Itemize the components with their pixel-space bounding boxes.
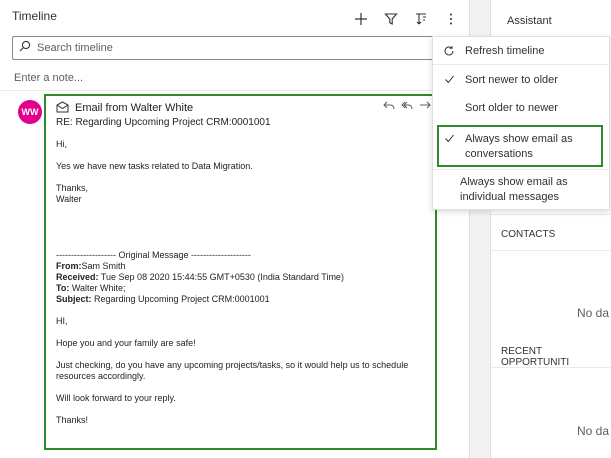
checkmark-icon — [433, 73, 465, 85]
timeline-panel: Timeline Enter a note... WW Email from W… — [0, 0, 470, 458]
assistant-title: Assistant — [507, 15, 552, 27]
email-subject: RE: Regarding Upcoming Project CRM:00010… — [56, 117, 271, 128]
no-data-text: No da — [577, 306, 610, 320]
menu-item-sort-newer[interactable]: Sort newer to older — [433, 73, 611, 88]
filter-icon[interactable] — [380, 8, 402, 30]
email-icon — [56, 101, 69, 115]
email-actions — [383, 100, 431, 114]
original-message-separator: -------------------- Original Message --… — [56, 250, 251, 260]
email-body: Hi, Yes we have new tasks related to Dat… — [56, 139, 425, 426]
menu-item-refresh[interactable]: Refresh timeline — [433, 44, 611, 59]
refresh-icon — [433, 44, 465, 57]
email-header: Email from Walter White — [56, 100, 425, 116]
search-input[interactable] — [37, 42, 417, 54]
email-text: Will look forward to your reply. — [56, 393, 176, 403]
email-text: HI, — [56, 316, 68, 326]
menu-item-show-individual[interactable]: Always show email as individual messages — [433, 175, 611, 205]
email-text: Thanks! — [56, 415, 89, 425]
reply-icon[interactable] — [383, 100, 395, 114]
forward-icon[interactable] — [419, 100, 431, 114]
email-card[interactable]: Email from Walter White RE: Regarding Up… — [44, 94, 437, 450]
contacts-heading: CONTACTS — [501, 229, 556, 240]
search-box — [12, 36, 452, 60]
email-text: Hi, — [56, 139, 67, 149]
email-text: Just checking, do you have any upcoming … — [56, 360, 409, 381]
email-text: Hope you and your family are safe! — [56, 338, 196, 348]
divider — [433, 169, 611, 170]
email-title: Email from Walter White — [75, 102, 194, 114]
more-options-menu: Refresh timeline Sort newer to older Sor… — [432, 36, 611, 210]
divider — [491, 367, 611, 368]
email-meta-to: To: Walter White; — [56, 283, 126, 293]
sort-icon[interactable] — [410, 8, 432, 30]
note-input[interactable]: Enter a note... — [14, 72, 83, 84]
more-icon[interactable] — [440, 8, 462, 30]
avatar: WW — [18, 100, 42, 124]
selection-highlight — [437, 125, 603, 167]
divider — [0, 90, 470, 91]
email-meta-from: From:Sam Smith — [56, 261, 126, 271]
divider — [491, 214, 611, 215]
search-icon — [19, 39, 31, 57]
no-data-text: No da — [577, 424, 610, 438]
email-text: Thanks, — [56, 183, 89, 193]
email-text: Yes we have new tasks related to Data Mi… — [56, 161, 253, 171]
divider — [433, 64, 611, 65]
recent-opportunities-heading: RECENT OPPORTUNITI — [501, 346, 570, 368]
timeline-title: Timeline — [12, 9, 57, 23]
timeline-toolbar — [350, 8, 462, 30]
menu-item-sort-older[interactable]: Sort older to newer — [433, 101, 611, 116]
email-meta-received: Received: Tue Sep 08 2020 15:44:55 GMT+0… — [56, 272, 344, 282]
email-meta-subject: Subject: Regarding Upcoming Project CRM:… — [56, 294, 270, 304]
divider — [491, 250, 611, 251]
email-text: Walter — [56, 194, 82, 204]
reply-all-icon[interactable] — [401, 100, 413, 114]
add-icon[interactable] — [350, 8, 372, 30]
